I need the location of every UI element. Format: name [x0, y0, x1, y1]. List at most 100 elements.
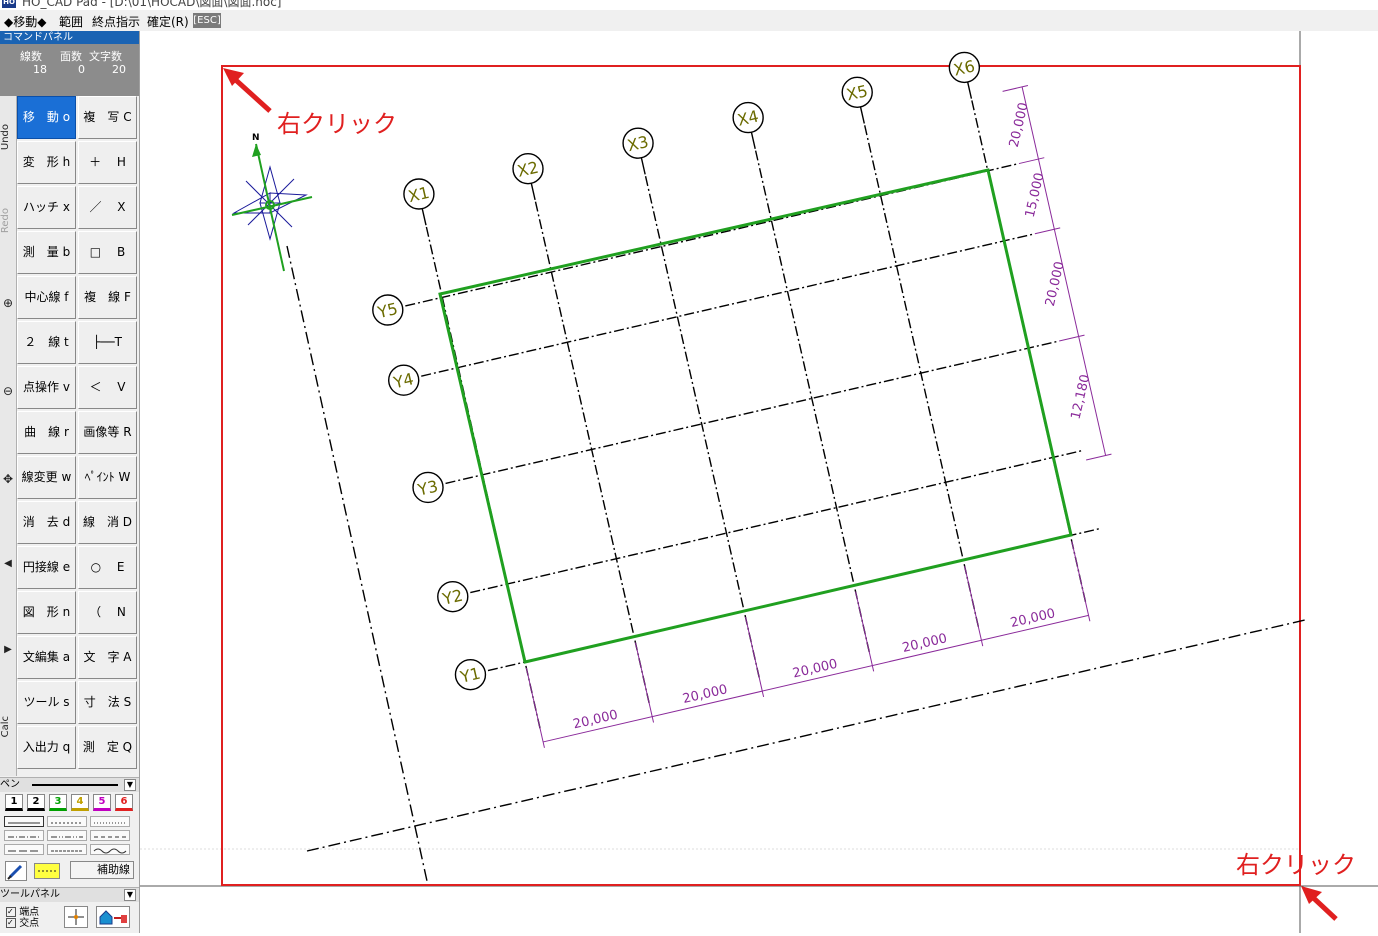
cmd-button-7-1[interactable]: 画像等 R [78, 411, 137, 454]
drawing-canvas[interactable]: 20,000 20,000 20,000 20,000 20,000 20,000 15,0… [140, 31, 1378, 933]
line-type-button-2[interactable] [90, 816, 130, 827]
cmd-button-1-0[interactable]: 変 形 h [17, 141, 76, 184]
cmd-button-14-0[interactable]: 入出力 q [17, 726, 76, 769]
left-panel: コマンドパネル 線数 面数 文字数 18 0 20 Undo Redo ⊕ ⊖ … [0, 31, 140, 933]
window-title: HO_CAD Pad - [D:\01\HOCAD\図面\図面.hoc] [22, 0, 282, 9]
axis-leader-x [640, 157, 646, 175]
aux-line-button[interactable]: 補助線 [70, 861, 134, 879]
cmd-button-11-1[interactable]: （ N [78, 591, 137, 634]
calc-tab[interactable]: Calc [0, 716, 16, 737]
esc-button[interactable]: [ESC] [193, 13, 221, 28]
cmd-button-5-0[interactable]: ２ 線 t [17, 321, 76, 364]
cmd-button-8-0[interactable]: 線変更 w [17, 456, 76, 499]
pen-panel-title: ペン ▼ [0, 777, 139, 792]
selection-frame [221, 65, 1301, 886]
cmd-button-12-0[interactable]: 文編集 a [17, 636, 76, 679]
boundary-line-left [286, 245, 428, 882]
cmd-button-0-1[interactable]: 複 写 C [78, 96, 137, 139]
cmd-button-9-0[interactable]: 消 去 d [17, 501, 76, 544]
cmd-button-8-1[interactable]: ﾍﾟｲﾝﾄ W [78, 456, 137, 499]
cmd-button-2-0[interactable]: ハッチ x [17, 186, 76, 229]
north-compass-icon [231, 143, 313, 272]
line-type-button-7[interactable] [47, 844, 87, 855]
dimension-tick-bottom [964, 566, 984, 647]
pencil-icon[interactable] [5, 861, 27, 881]
grid-line-x2 [534, 199, 650, 704]
axis-leader-x [530, 183, 536, 201]
menu-range[interactable]: 範囲 [59, 13, 83, 30]
next-icon[interactable]: ▶ [0, 644, 16, 655]
cmd-button-6-0[interactable]: 点操作 v [17, 366, 76, 409]
dimension-layer: 20,000 20,000 20,000 20,000 20,000 20,000 15,0… [525, 85, 1112, 748]
line-type-button-0[interactable] [4, 816, 44, 827]
cmd-button-4-0[interactable]: 中心線 f [17, 276, 76, 319]
zoom-in-icon[interactable]: ⊕ [0, 296, 16, 310]
line-type-button-3[interactable] [4, 830, 44, 841]
cmd-button-6-1[interactable]: ＜ V [78, 366, 137, 409]
prev-icon[interactable]: ◀ [0, 558, 16, 569]
cmd-button-1-1[interactable]: ＋ H [78, 141, 137, 184]
pen-dropdown-icon[interactable]: ▼ [124, 779, 136, 791]
line-type-button-1[interactable] [47, 816, 87, 827]
building-outline[interactable] [438, 168, 1073, 664]
pen-button-5[interactable]: 5 [93, 794, 111, 811]
zoom-out-icon[interactable]: ⊖ [0, 384, 16, 398]
grid-line-x4 [754, 148, 870, 653]
cmd-button-3-1[interactable]: □ B [78, 231, 137, 274]
cmd-button-14-1[interactable]: 測 定 Q [78, 726, 137, 769]
cmd-button-13-0[interactable]: ツール s [17, 681, 76, 724]
undo-tab[interactable]: Undo [0, 124, 16, 150]
intersection-check[interactable]: ✓ 交点 [6, 918, 39, 929]
cmd-button-5-1[interactable]: ├──T [78, 321, 137, 364]
pan-icon[interactable]: ✥ [0, 472, 16, 486]
cmd-button-0-0[interactable]: 移 動 o [17, 96, 76, 139]
cmd-button-4-1[interactable]: 複 線 F [78, 276, 137, 319]
line-type-button-6[interactable] [4, 844, 44, 855]
highlight-icon[interactable] [34, 863, 60, 879]
cmd-button-12-1[interactable]: 文 字 A [78, 636, 137, 679]
tool-dropdown-icon[interactable]: ▼ [124, 889, 136, 901]
stat-label-lines: 線数 [20, 50, 42, 63]
tool-title-text: ツールパネル [0, 889, 60, 900]
dimension-tick-bottom [525, 667, 545, 748]
menu-endpoint[interactable]: 終点指示 [92, 13, 140, 30]
axis-leader-x [750, 132, 756, 149]
cmd-button-7-0[interactable]: 曲 線 r [17, 411, 76, 454]
cmd-button-10-0[interactable]: 円接線 e [17, 546, 76, 589]
cmd-button-3-0[interactable]: 測 量 b [17, 231, 76, 274]
dimension-label-right: 20,000 [1043, 260, 1068, 308]
cmd-button-2-1[interactable]: ／ X [78, 186, 137, 229]
cmd-button-10-1[interactable]: ○ E [78, 546, 137, 589]
dimension-label-bottom: 20,000 [901, 631, 949, 656]
menu-move[interactable]: ◆移動◆ [4, 13, 46, 30]
redo-tab[interactable]: Redo [0, 208, 16, 233]
dimension-tick-bottom [855, 591, 875, 672]
line-type-button-4[interactable] [47, 830, 87, 841]
dimension-tick-right [1018, 157, 1045, 165]
grid-line-y2 [470, 449, 1083, 594]
line-type-button-8[interactable] [90, 844, 130, 855]
cmd-button-11-0[interactable]: 図 形 n [17, 591, 76, 634]
cmd-button-9-1[interactable]: 線 消 D [78, 501, 137, 544]
stat-label-faces: 面数 [60, 50, 82, 63]
annotation-text-top: 右クリック [277, 110, 397, 138]
crosshair-icon[interactable] [64, 906, 88, 928]
annotation-text-bottom: 右クリック [1236, 851, 1356, 879]
endpoint-label: 端点 [19, 907, 40, 918]
line-type-button-5[interactable] [90, 830, 130, 841]
menu-confirm[interactable]: 確定(R) [147, 13, 189, 30]
house-transfer-icon[interactable] [96, 906, 130, 928]
dimension-label-bottom: 20,000 [681, 682, 729, 707]
pen-button-4[interactable]: 4 [71, 794, 89, 811]
menu-bar: ◆移動◆ 範囲 終点指示 確定(R) [ESC] [0, 10, 1378, 32]
endpoint-check[interactable]: ✓ 端点 [6, 907, 39, 918]
dimension-label-right: 20,000 [1007, 101, 1032, 149]
dimension-label-right: 12,180 [1069, 373, 1094, 421]
dimension-label-bottom: 20,000 [572, 708, 620, 733]
drawing-svg[interactable]: 20,000 20,000 20,000 20,000 20,000 20,000 15,0… [140, 31, 1378, 933]
pen-button-6[interactable]: 6 [115, 794, 133, 811]
pen-button-2[interactable]: 2 [27, 794, 45, 811]
pen-button-3[interactable]: 3 [49, 794, 67, 811]
pen-button-1[interactable]: 1 [5, 794, 23, 811]
cmd-button-13-1[interactable]: 寸 法 S [78, 681, 137, 724]
